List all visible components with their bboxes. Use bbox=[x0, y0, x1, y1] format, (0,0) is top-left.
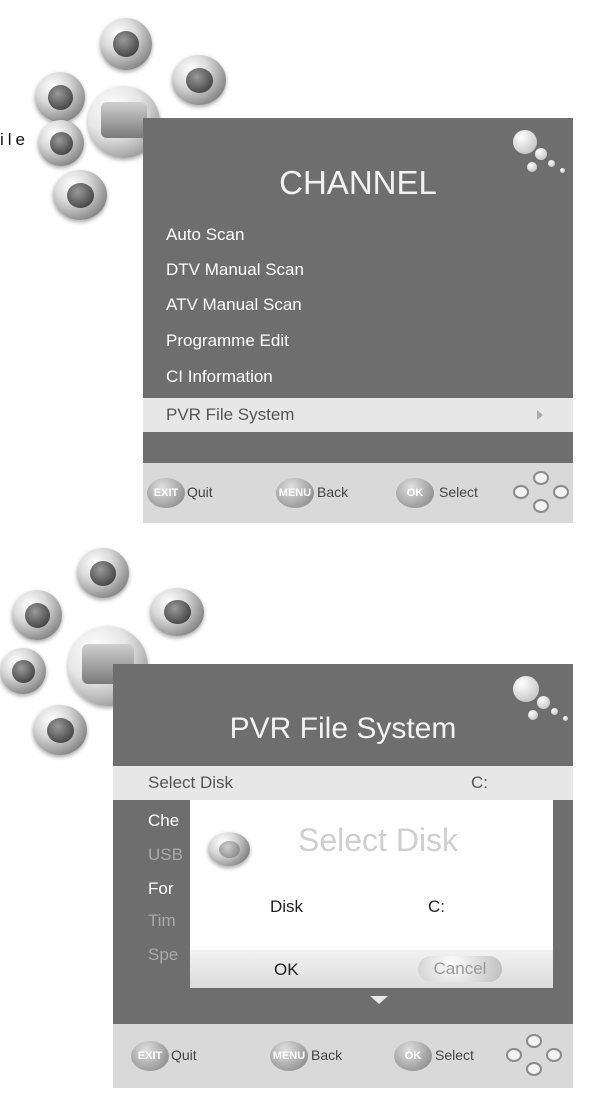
speedometer-icon[interactable] bbox=[77, 548, 129, 598]
menu-item-label: Select Disk bbox=[148, 773, 234, 792]
ok-button[interactable]: OK bbox=[396, 478, 434, 508]
channel-menu-panel: CHANNEL Auto Scan DTV Manual Scan ATV Ma… bbox=[143, 118, 573, 463]
clock-icon[interactable] bbox=[35, 72, 85, 122]
ok-button[interactable]: OK bbox=[394, 1041, 432, 1071]
menu-item-label: PVR File System bbox=[166, 405, 295, 424]
navigation-pad-icon bbox=[513, 471, 569, 515]
menu-item-value: C: bbox=[471, 773, 488, 792]
menu-item-label: CI Information bbox=[166, 367, 273, 386]
disk-label: Disk bbox=[270, 897, 304, 916]
scroll-down-icon[interactable] bbox=[370, 996, 388, 1004]
ok-button[interactable]: OK bbox=[274, 960, 299, 980]
menu-item-dtv-manual-scan[interactable]: DTV Manual Scan bbox=[143, 253, 573, 287]
info-icon bbox=[208, 832, 250, 866]
exit-button[interactable]: EXIT bbox=[147, 478, 185, 508]
menu-item-auto-scan[interactable]: Auto Scan bbox=[143, 218, 573, 252]
lock-icon[interactable] bbox=[150, 588, 204, 636]
dialog-title: Select Disk bbox=[298, 822, 459, 858]
menu-button[interactable]: MENU bbox=[270, 1041, 308, 1071]
menu-item-label: ATV Manual Scan bbox=[166, 295, 302, 314]
menu-hint-label: Back bbox=[311, 1047, 343, 1063]
menu-item-ci-information[interactable]: CI Information bbox=[143, 360, 573, 394]
picture-icon[interactable] bbox=[33, 705, 87, 755]
top-left-label: ile bbox=[0, 130, 30, 149]
menu-item-label: Auto Scan bbox=[166, 225, 245, 244]
select-disk-dialog: Select Disk Disk C: OK Cancel bbox=[190, 800, 553, 988]
disk-value[interactable]: C: bbox=[428, 897, 445, 917]
menu-hint-label: Back bbox=[317, 484, 349, 500]
arrow-right-icon bbox=[537, 410, 543, 420]
menu-button[interactable]: MENU bbox=[276, 478, 314, 508]
menu-item-pvr-file-system[interactable]: PVR File System bbox=[143, 398, 573, 432]
menu-item-label: DTV Manual Scan bbox=[166, 260, 304, 279]
button-hint-bar: EXIT Quit MENU Back OK Select bbox=[113, 1024, 573, 1088]
cancel-button[interactable]: Cancel bbox=[418, 956, 502, 982]
dialog-button-row: OK Cancel bbox=[190, 950, 553, 988]
menu-item-label: Spe bbox=[148, 945, 179, 964]
menu-item-label: Tim bbox=[148, 911, 176, 930]
exit-hint-label: Quit bbox=[187, 484, 213, 500]
menu-item-label: Programme Edit bbox=[166, 331, 289, 350]
menu-title: CHANNEL bbox=[279, 164, 437, 201]
clock-icon[interactable] bbox=[12, 590, 62, 640]
picture-icon[interactable] bbox=[53, 170, 107, 220]
audio-icon[interactable] bbox=[38, 120, 84, 166]
lock-icon[interactable] bbox=[172, 55, 226, 105]
menu-item-programme-edit[interactable]: Programme Edit bbox=[143, 324, 573, 358]
menu-item-label: Che bbox=[148, 811, 180, 830]
ok-hint-label: Select bbox=[435, 1047, 474, 1063]
menu-title: PVR File System bbox=[229, 712, 457, 745]
menu-item-label: USB bbox=[148, 845, 183, 864]
audio-icon[interactable] bbox=[0, 648, 46, 694]
speedometer-icon[interactable] bbox=[100, 18, 152, 70]
ok-hint-label: Select bbox=[439, 484, 478, 500]
menu-item-atv-manual-scan[interactable]: ATV Manual Scan bbox=[143, 288, 573, 322]
navigation-pad-icon bbox=[506, 1034, 562, 1078]
button-hint-bar: EXIT Quit MENU Back OK Select bbox=[143, 463, 573, 523]
menu-item-label: For bbox=[148, 879, 174, 898]
menu-item-select-disk[interactable]: Select Disk C: bbox=[113, 766, 573, 800]
exit-button[interactable]: EXIT bbox=[131, 1041, 169, 1071]
exit-hint-label: Quit bbox=[171, 1047, 197, 1063]
